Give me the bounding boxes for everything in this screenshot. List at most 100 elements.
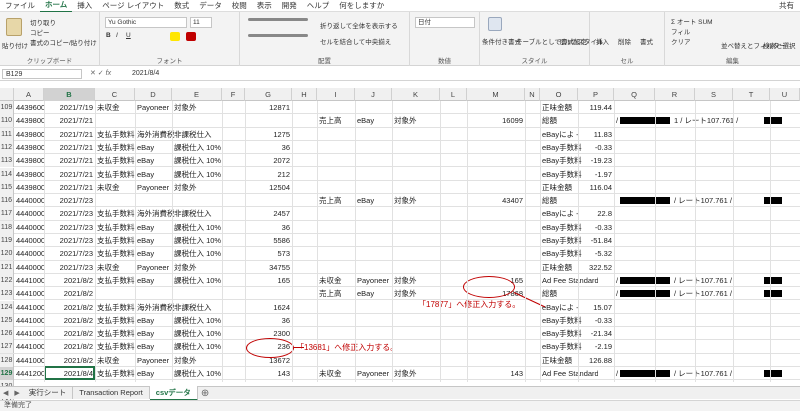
sheet-nav-right-icon[interactable]: ▶	[11, 389, 22, 397]
cell-P109[interactable]: 119.44	[578, 101, 614, 114]
cell-E111[interactable]: 非課税仕入	[172, 128, 242, 141]
cell-G115[interactable]: 12504	[245, 181, 292, 194]
cell-P126[interactable]: -21.34	[578, 327, 614, 340]
italic-button[interactable]: I	[116, 32, 118, 39]
cell-E127[interactable]: 課税仕入 10%	[172, 340, 242, 353]
cell-M116[interactable]: 43407	[467, 194, 525, 207]
cell-G119[interactable]: 5586	[245, 234, 292, 247]
cell-G124[interactable]: 1624	[245, 301, 292, 314]
cell-E124[interactable]: 非課税仕入	[172, 301, 242, 314]
formula-input[interactable]: 2021/8/4	[132, 69, 792, 79]
cell-A112[interactable]: 44398001	[14, 141, 44, 154]
row-header[interactable]: 112	[0, 140, 14, 154]
row-header[interactable]: 122	[0, 273, 14, 287]
column-header-S[interactable]: S	[695, 88, 733, 101]
cell-A123[interactable]: 44410002	[14, 287, 44, 300]
cell-rate-text[interactable]: / レート107.761 /	[672, 287, 764, 300]
cell-A121[interactable]: 44400001	[14, 261, 44, 274]
underline-button[interactable]: U	[126, 32, 131, 39]
ribbon-tab-1[interactable]: ホーム	[40, 0, 73, 13]
cell-G129[interactable]: 143	[245, 367, 292, 380]
cell-E112[interactable]: 課税仕入 10%	[172, 141, 242, 154]
sheet-nav-left-icon[interactable]: ◀	[0, 389, 11, 397]
cell-E120[interactable]: 課税仕入 10%	[172, 247, 242, 260]
column-header-O[interactable]: O	[540, 88, 578, 101]
ribbon-tab-4[interactable]: 数式	[169, 0, 194, 12]
cell-A114[interactable]: 44398001	[14, 168, 44, 181]
paste-button[interactable]: 貼り付け	[2, 40, 28, 50]
cell-A118[interactable]: 44400001	[14, 221, 44, 234]
cell-E128[interactable]: 対象外	[172, 354, 242, 367]
cell-P119[interactable]: -51.84	[578, 234, 614, 247]
cell-I116[interactable]: 売上高	[317, 194, 355, 207]
row-header[interactable]: 113	[0, 154, 14, 168]
sheet-tab-1[interactable]: Transaction Report	[73, 385, 150, 399]
cell-B116[interactable]: 2021/7/23	[44, 194, 95, 207]
row-header[interactable]: 118	[0, 220, 14, 234]
cell-I110[interactable]: 売上高	[317, 114, 355, 127]
name-box[interactable]: B129	[2, 69, 82, 79]
cell-P127[interactable]: -2.19	[578, 340, 614, 353]
indent-lines-icon[interactable]	[248, 34, 308, 37]
cell-B127[interactable]: 2021/8/2	[44, 340, 95, 353]
cell-B109[interactable]: 2021/7/19	[44, 101, 95, 114]
cell-J122[interactable]: Payoneer	[355, 274, 392, 287]
cell-A115[interactable]: 44398001	[14, 181, 44, 194]
format-button[interactable]: 書式	[640, 36, 653, 46]
cell-B122[interactable]: 2021/8/2	[44, 274, 95, 287]
cell-P118[interactable]: -0.33	[578, 221, 614, 234]
sheet-tab-2[interactable]: csvデータ	[149, 385, 198, 401]
ribbon-tab-8[interactable]: 開発	[277, 0, 302, 12]
cell-G117[interactable]: 2457	[245, 207, 292, 220]
cell-P112[interactable]: -0.33	[578, 141, 614, 154]
column-header-R[interactable]: R	[655, 88, 695, 101]
cell-G109[interactable]: 12871	[245, 101, 292, 114]
cell-K116[interactable]: 対象外	[392, 194, 440, 207]
cell-B113[interactable]: 2021/7/21	[44, 154, 95, 167]
cell-O123[interactable]: 総額	[540, 287, 598, 300]
ribbon-tab-0[interactable]: ファイル	[0, 0, 40, 12]
column-header-Q[interactable]: Q	[614, 88, 655, 101]
fx-icon[interactable]: ✕ ✓ fx	[90, 69, 111, 77]
find-select-button[interactable]: 検索と選択	[763, 40, 796, 50]
align-lines-icon[interactable]	[248, 18, 308, 21]
cell-E122[interactable]: 課税仕入 10%	[172, 274, 242, 287]
cell-A122[interactable]: 44410001	[14, 274, 44, 287]
cell-A127[interactable]: 44410002	[14, 340, 44, 353]
cell-P114[interactable]: -1.97	[578, 168, 614, 181]
conditional-format-icon[interactable]	[488, 17, 502, 31]
cell-E117[interactable]: 非課税仕入	[172, 207, 242, 220]
cell-B112[interactable]: 2021/7/21	[44, 141, 95, 154]
cell-I129[interactable]: 未収金	[317, 367, 355, 380]
cell-G125[interactable]: 36	[245, 314, 292, 327]
column-header-U[interactable]: U	[770, 88, 800, 101]
cell-A111[interactable]: 44398001	[14, 128, 44, 141]
cell-A126[interactable]: 44410002	[14, 327, 44, 340]
cell-G118[interactable]: 36	[245, 221, 292, 234]
cell-P124[interactable]: 15.07	[578, 301, 614, 314]
share-button[interactable]: 共有	[773, 0, 800, 11]
cell-M110[interactable]: 16099	[467, 114, 525, 127]
select-all-corner[interactable]	[0, 88, 14, 101]
cell-A110[interactable]: 44398001	[14, 114, 44, 127]
ribbon-tab-7[interactable]: 表示	[252, 0, 277, 12]
sheet-tab-0[interactable]: 実行シート	[23, 385, 74, 399]
cell-B115[interactable]: 2021/7/21	[44, 181, 95, 194]
cell-G122[interactable]: 165	[245, 274, 292, 287]
column-header-I[interactable]: I	[317, 88, 355, 101]
row-header[interactable]: 124	[0, 300, 14, 314]
paste-icon[interactable]	[6, 18, 22, 36]
cell-rate-text[interactable]: / レート107.761 /	[672, 274, 764, 287]
cell-P125[interactable]: -0.33	[578, 314, 614, 327]
cell-I122[interactable]: 未収金	[317, 274, 355, 287]
cell-E119[interactable]: 課税仕入 10%	[172, 234, 242, 247]
column-header-D[interactable]: D	[135, 88, 172, 101]
column-header-H[interactable]: H	[292, 88, 317, 101]
add-sheet-icon[interactable]: ⊕	[198, 388, 212, 399]
cell-A125[interactable]: 44410002	[14, 314, 44, 327]
cell-O110[interactable]: 総額	[540, 114, 598, 127]
cell-G120[interactable]: 573	[245, 247, 292, 260]
column-header-B[interactable]: B	[44, 88, 95, 101]
column-header-N[interactable]: N	[525, 88, 540, 101]
row-header[interactable]: 126	[0, 327, 14, 341]
